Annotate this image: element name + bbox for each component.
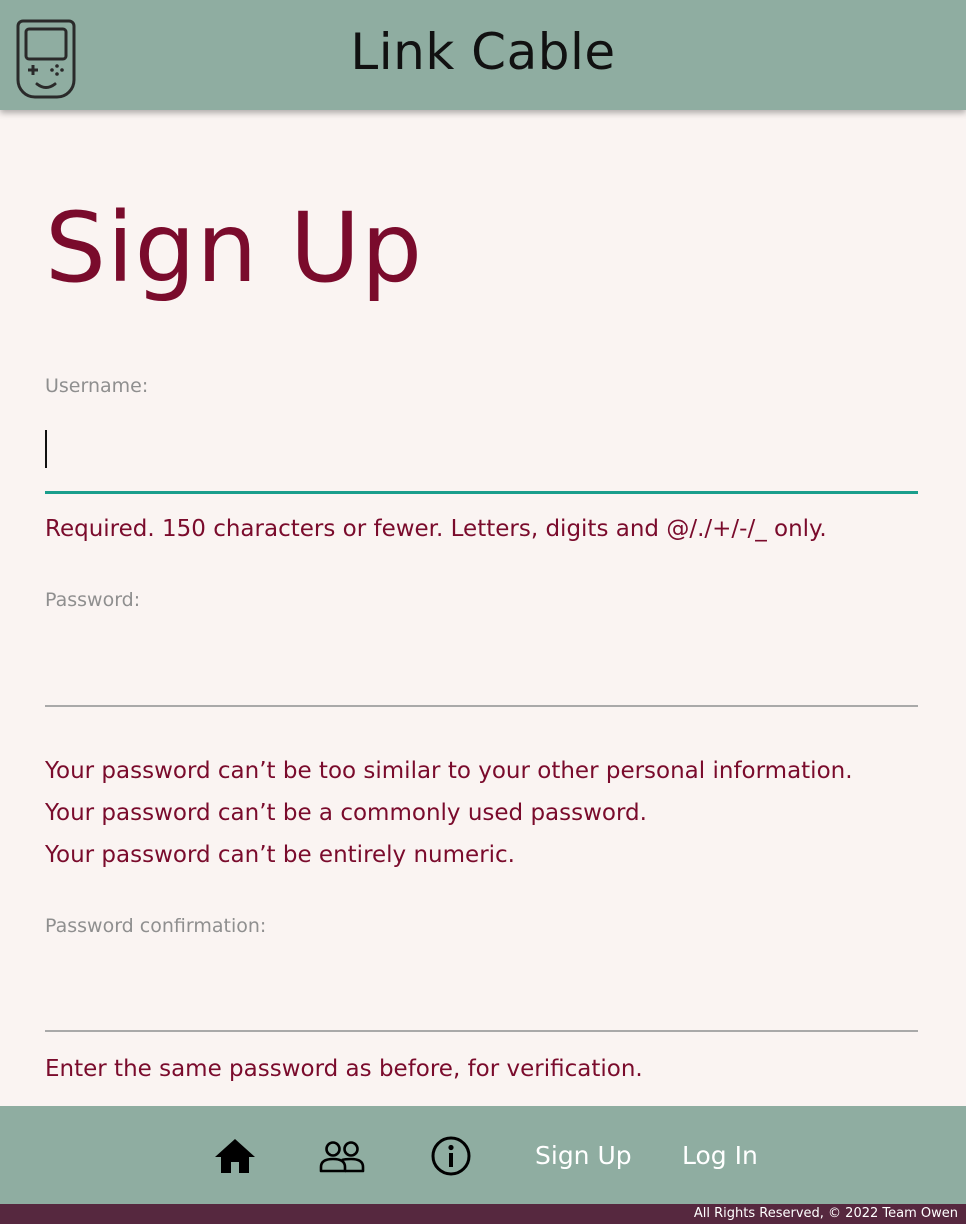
footer: All Rights Reserved, © 2022 Team Owen	[0, 1204, 966, 1224]
home-icon[interactable]	[213, 1136, 257, 1176]
people-icon[interactable]	[318, 1136, 366, 1176]
page-title: Sign Up	[45, 192, 424, 304]
info-icon[interactable]	[429, 1136, 473, 1176]
username-underline	[45, 491, 918, 494]
password-confirmation-label: Password confirmation:	[45, 915, 267, 937]
username-input[interactable]	[45, 425, 918, 475]
password-confirmation-help: Enter the same password as before, for v…	[45, 1056, 643, 1082]
password-underline	[45, 705, 918, 707]
nav-log-in-link[interactable]: Log In	[682, 1138, 758, 1174]
password-label: Password:	[45, 589, 141, 611]
password-help-item: Your password can’t be entirely numeric.	[45, 842, 515, 868]
password-help-item: Your password can’t be a commonly used p…	[45, 800, 647, 826]
password-confirmation-underline	[45, 1030, 918, 1032]
password-input[interactable]	[45, 645, 918, 695]
password-help-item: Your password can’t be too similar to yo…	[45, 758, 853, 784]
bottom-nav: Sign Up Log In	[0, 1106, 966, 1204]
copyright-text: All Rights Reserved, © 2022 Team Owen	[693, 1206, 958, 1221]
nav-sign-up-link[interactable]: Sign Up	[535, 1138, 632, 1174]
text-cursor	[45, 430, 47, 468]
site-title: Link Cable	[350, 23, 616, 81]
username-help: Required. 150 characters or fewer. Lette…	[45, 516, 827, 542]
password-confirmation-input[interactable]	[45, 970, 918, 1020]
username-label: Username:	[45, 375, 149, 397]
site-header: Link Cable	[0, 0, 966, 110]
